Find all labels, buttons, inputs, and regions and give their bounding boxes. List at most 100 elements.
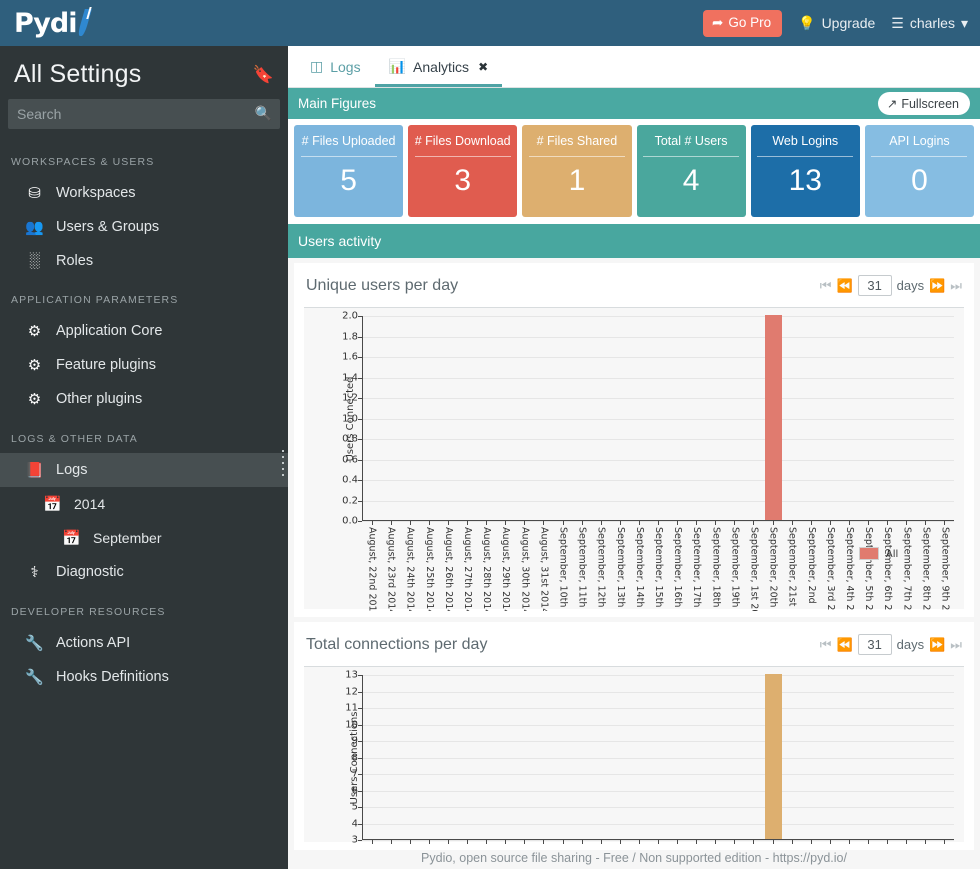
sidebar-item-other-plugins[interactable]: ⚙Other plugins <box>0 382 288 416</box>
chart-bar[interactable] <box>765 315 782 520</box>
next-page-icon[interactable]: ⏩ <box>929 278 945 294</box>
prev-page-icon[interactable]: ⏪ <box>836 637 852 653</box>
main-figures-cards: # Files Uploaded5# Files Downloaded3# Fi… <box>288 119 980 224</box>
x-axis-tick-label: September, 7th 2014 <box>901 527 912 611</box>
stat-card[interactable]: # Files Downloaded3 <box>408 125 517 217</box>
stat-card[interactable]: # Files Uploaded5 <box>294 125 403 217</box>
first-page-icon[interactable]: ⏮ <box>820 637 832 653</box>
stat-card-value: 13 <box>789 164 822 198</box>
stat-card-label: Total # Users <box>643 134 739 157</box>
search-icon[interactable]: 🔍 <box>255 105 272 122</box>
sidebar-item-roles[interactable]: ░Roles <box>0 244 288 277</box>
chart-card: Unique users per day⏮⏪days⏩⏭Users Connec… <box>294 263 974 617</box>
y-axis-tick-label: 1.6 <box>342 352 358 363</box>
x-axis-tick-mark <box>563 521 564 525</box>
sidebar-item-workspaces[interactable]: ⛁Workspaces <box>0 176 288 210</box>
prev-page-icon[interactable]: ⏪ <box>836 278 852 294</box>
sidebar-resize-handle[interactable] <box>280 446 286 480</box>
y-axis-tick-label: 1.4 <box>342 372 358 383</box>
sidebar-item-users-groups[interactable]: 👥Users & Groups <box>0 210 288 244</box>
x-axis-tick-mark <box>620 840 621 844</box>
upgrade-button[interactable]: 💡 Upgrade <box>798 15 875 32</box>
sidebar-item-september[interactable]: 📅September <box>0 521 288 555</box>
sidebar-item-feature-plugins[interactable]: ⚙Feature plugins <box>0 348 288 382</box>
stat-card[interactable]: Total # Users4 <box>637 125 746 217</box>
x-axis-tick-mark <box>524 840 525 844</box>
fullscreen-button[interactable]: ↗ Fullscreen <box>878 92 970 115</box>
sidebar-group-label: WORKSPACES & USERS <box>0 139 288 176</box>
x-axis-tick-mark <box>391 840 392 844</box>
go-pro-label: Go Pro <box>728 15 771 30</box>
x-axis-tick-mark <box>868 840 869 844</box>
x-axis-tick-mark <box>620 521 621 525</box>
x-axis-tick-label: August, 27th 2014 <box>462 527 473 611</box>
x-axis-tick-mark <box>925 521 926 525</box>
chart-bar[interactable] <box>765 674 782 839</box>
sidebar-item-diagnostic[interactable]: ⚕ Diagnostic <box>0 555 288 589</box>
x-axis-tick-mark <box>773 521 774 525</box>
last-page-icon[interactable]: ⏭ <box>950 278 962 294</box>
main-figures-header: Main Figures ↗ Fullscreen <box>288 88 980 119</box>
last-page-icon[interactable]: ⏭ <box>950 637 962 653</box>
grid-line <box>362 725 954 726</box>
x-axis-tick-label: September, 11th <box>577 527 588 611</box>
x-axis-tick-mark <box>467 521 468 525</box>
sidebar-item-hooks-definitions[interactable]: 🔧Hooks Definitions <box>0 660 288 694</box>
days-range-input[interactable] <box>858 634 892 655</box>
x-axis-tick-label: September, 15th <box>653 527 664 611</box>
stat-card-value: 5 <box>340 164 357 198</box>
sidebar-item-label: Other plugins <box>56 391 142 407</box>
x-axis-tick-mark <box>753 521 754 525</box>
x-axis-tick-label: August, 28th 2014 <box>481 527 492 611</box>
x-axis-tick-label: August, 30th 2014 <box>519 527 530 611</box>
calendar-icon: 📅 <box>43 495 62 513</box>
sidebar-item-logs[interactable]: 📕Logs <box>0 453 288 487</box>
tab-logs[interactable]: ◫ Logs <box>296 48 375 87</box>
stat-card[interactable]: Web Logins 13 <box>751 125 860 217</box>
close-icon[interactable]: ✖ <box>478 60 488 74</box>
user-menu-button[interactable]: ☰ charles ▾ <box>891 15 968 32</box>
first-page-icon[interactable]: ⏮ <box>820 278 832 294</box>
stat-card-label: Web Logins <box>757 134 853 157</box>
stat-card-label: # Files Shared <box>529 134 625 157</box>
days-range-input[interactable] <box>858 275 892 296</box>
tab-analytics[interactable]: 📊 Analytics ✖ <box>375 48 503 87</box>
x-axis-tick-mark <box>410 521 411 525</box>
x-axis-tick-mark <box>505 840 506 844</box>
x-axis-tick-label: September, 14th <box>634 527 645 611</box>
stat-card[interactable]: # Files Shared1 <box>522 125 631 217</box>
x-axis-tick-mark <box>906 840 907 844</box>
bookmark-icon[interactable]: 🔖 <box>253 65 274 85</box>
x-axis-tick-label: September, 13th <box>615 527 626 611</box>
users-icon: 👥 <box>25 218 44 236</box>
stethoscope-icon: ⚕ <box>25 563 44 581</box>
x-axis-tick-mark <box>601 840 602 844</box>
x-axis-tick-mark <box>792 521 793 525</box>
pydio-logo[interactable]: Pydi <box>14 8 94 39</box>
go-pro-button[interactable]: ➦ Go Pro <box>703 10 782 37</box>
x-axis-tick-mark <box>448 521 449 525</box>
grid-line <box>362 439 954 440</box>
x-axis-tick-label: September, 2nd <box>806 527 817 611</box>
search-input[interactable] <box>8 99 280 129</box>
grid-line <box>362 791 954 792</box>
sidebar-item-2014[interactable]: 📅2014 <box>0 487 288 521</box>
next-page-icon[interactable]: ⏩ <box>929 637 945 653</box>
stat-card-label: API Logins <box>871 134 967 157</box>
stat-card[interactable]: API Logins0 <box>865 125 974 217</box>
sidebar-item-label: Diagnostic <box>56 564 124 580</box>
x-axis-tick-mark <box>715 840 716 844</box>
sidebar-item-application-core[interactable]: ⚙Application Core <box>0 314 288 348</box>
legend-swatch <box>859 547 879 560</box>
stat-card-label: # Files Downloaded <box>415 134 511 157</box>
x-axis-tick-label: September, 5th 2014 <box>863 527 874 611</box>
tab-bar: ◫ Logs 📊 Analytics ✖ <box>288 46 980 88</box>
tab-analytics-label: Analytics <box>413 59 469 75</box>
x-axis-tick-mark <box>830 840 831 844</box>
sidebar-item-actions-api[interactable]: 🔧Actions API <box>0 626 288 660</box>
user-name-label: charles <box>910 15 955 31</box>
x-axis-tick-mark <box>563 840 564 844</box>
y-axis-tick-label: 11 <box>345 703 358 714</box>
chart-plot-area: Users Connections345678910111213 <box>304 667 964 842</box>
grid-line <box>362 758 954 759</box>
